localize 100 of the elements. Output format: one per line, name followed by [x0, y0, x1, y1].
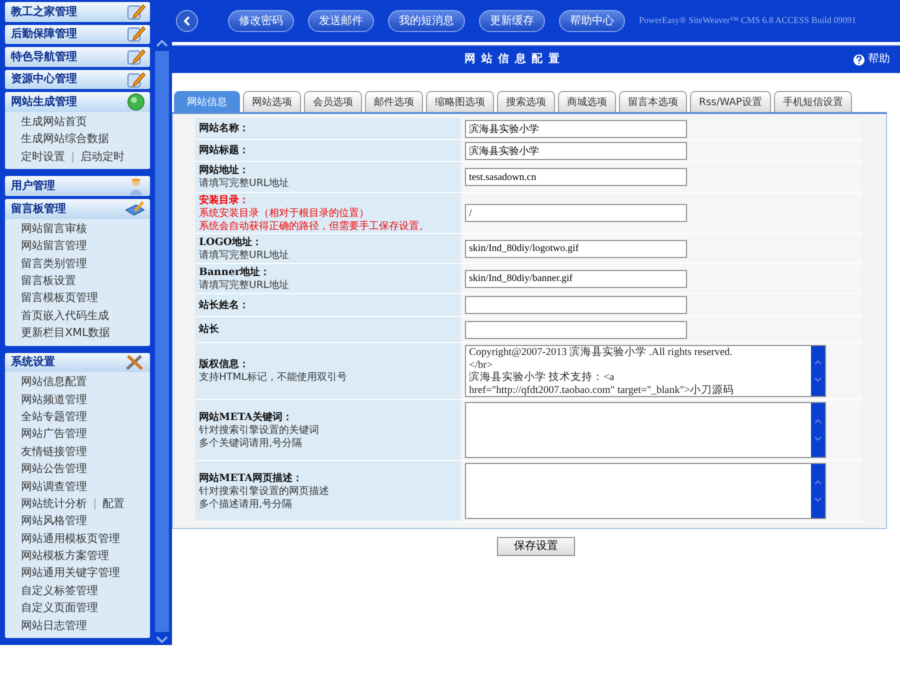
scroll-down-icon[interactable]: [156, 636, 168, 643]
sidebar-link[interactable]: 网站留言审核: [21, 220, 87, 238]
sidebar-link[interactable]: 网站通用模板页管理: [21, 530, 120, 548]
field-label: 版权信息：: [199, 358, 250, 371]
scroll-up-icon[interactable]: [814, 360, 822, 365]
sidebar-section-header[interactable]: 系统设置: [5, 352, 150, 372]
input-field[interactable]: 滨海县实验小学: [465, 142, 687, 160]
save-button[interactable]: 保存设置: [497, 537, 575, 556]
sidebar-link[interactable]: 友情链接管理: [21, 442, 87, 460]
scrollbar-thumb[interactable]: [155, 51, 169, 632]
tab[interactable]: 搜索选项: [497, 91, 555, 112]
tab[interactable]: 留言本选项: [619, 91, 687, 112]
notepad-pencil-icon: [126, 70, 146, 89]
textarea-scrollbar[interactable]: [811, 346, 825, 396]
toolbar-button[interactable]: 修改密码: [228, 10, 294, 32]
sidebar-section-header[interactable]: 用户管理: [5, 176, 150, 196]
help-icon: [853, 54, 865, 66]
notepad-pencil-icon: [126, 2, 146, 21]
sidebar-link[interactable]: 启动定时: [80, 148, 125, 166]
tab[interactable]: 手机短信设置: [774, 91, 852, 112]
field-hint: 系统安装目录（相对于根目录的位置）: [199, 206, 370, 220]
field-label: 网站地址：: [199, 164, 250, 177]
tab[interactable]: 邮件选项: [365, 91, 423, 112]
scroll-up-icon[interactable]: [814, 419, 822, 424]
tab[interactable]: 网站选项: [243, 91, 301, 112]
sidebar-link[interactable]: 生成网站综合数据: [21, 130, 109, 148]
sidebar-link[interactable]: 首页嵌入代码生成: [21, 306, 109, 324]
notepad-pencil-icon: [126, 25, 146, 44]
sidebar-link[interactable]: 留言类别管理: [21, 254, 87, 272]
separator: |: [71, 148, 75, 165]
field-label: 站长姓名：: [199, 298, 250, 312]
sidebar-link[interactable]: 留言模板页管理: [21, 289, 98, 307]
textarea-scrollbar[interactable]: [811, 403, 825, 457]
sidebar-link[interactable]: 网站风格管理: [21, 512, 87, 530]
tools-icon: [124, 353, 146, 372]
text-area[interactable]: [465, 402, 826, 458]
sidebar-link[interactable]: 网站留言管理: [21, 237, 87, 255]
field-label: 网站标题：: [199, 144, 250, 157]
input-field[interactable]: test.sasadown.cn: [465, 168, 687, 186]
tab[interactable]: Rss/WAP设置: [690, 91, 771, 112]
sidebar-section-header[interactable]: 资源中心管理: [5, 70, 150, 90]
sidebar-link[interactable]: 网站通用关键字管理: [21, 564, 120, 582]
field-label: 网站META关键词：: [199, 410, 294, 424]
field-label: 站长: [199, 323, 220, 336]
scroll-up-icon[interactable]: [814, 480, 822, 485]
sidebar-link[interactable]: 更新栏目XML数据: [21, 324, 110, 342]
help-link[interactable]: 帮助: [853, 51, 890, 68]
sidebar-link[interactable]: 网站调查管理: [21, 478, 87, 495]
field-label: 安装目录：: [199, 194, 250, 206]
toolbar-button[interactable]: 发送邮件: [308, 10, 374, 32]
scroll-down-icon[interactable]: [814, 497, 822, 502]
tab[interactable]: 商城选项: [558, 91, 616, 112]
sidebar-link[interactable]: 配置: [102, 494, 125, 512]
sidebar-link[interactable]: 网站公告管理: [21, 460, 87, 478]
sidebar-link[interactable]: 网站信息配置: [21, 373, 87, 391]
field-label: LOGO地址：: [199, 236, 263, 248]
field-hint: 请填写完整URL地址: [199, 278, 290, 292]
text-area[interactable]: Copyright@2007-2013 滨海县实验小学 .All rights reserved. </br> 滨海县实验小学 技术支持：<a href="http://qfdt2007.taobao.com" target="_blank">小刀源码: [465, 345, 826, 397]
sidebar-link[interactable]: 网站模板方案管理: [21, 547, 109, 564]
input-field[interactable]: skin/Ind_80diy/logotwo.gif: [465, 240, 687, 258]
scroll-up-icon[interactable]: [156, 40, 168, 47]
sidebar-section-header[interactable]: 后勤保障管理: [5, 24, 150, 44]
input-field[interactable]: 滨海县实验小学: [465, 120, 687, 138]
tab[interactable]: 缩略图选项: [426, 91, 494, 112]
sidebar-link[interactable]: 留言板设置: [21, 272, 76, 290]
field-hint: 请填写完整URL地址: [199, 177, 290, 190]
text-area[interactable]: [465, 463, 826, 519]
back-button[interactable]: [176, 10, 198, 32]
input-field[interactable]: [465, 296, 687, 314]
separator: |: [93, 496, 97, 512]
tab[interactable]: 会员选项: [304, 91, 362, 112]
sidebar-link[interactable]: 定时设置: [21, 148, 65, 166]
sidebar-section-header[interactable]: 特色导航管理: [5, 47, 150, 67]
chevron-left-icon: [183, 16, 191, 26]
input-field[interactable]: /: [465, 204, 687, 222]
sidebar-section-header[interactable]: 教工之家管理: [5, 2, 150, 22]
sidebar-link[interactable]: 网站频道管理: [21, 390, 87, 408]
scroll-down-icon[interactable]: [814, 377, 822, 382]
person-icon: [126, 176, 146, 196]
sidebar-link[interactable]: 自定义页面管理: [21, 599, 98, 617]
text-area-content: Copyright@2007-2013 滨海县实验小学 .All rights reserved. </br> 滨海县实验小学 技术支持：<a href="http://qfdt2007.taobao.com" target="_blank">小刀源码: [468, 346, 736, 396]
panel-title: 网 站 信 息 配 置: [463, 51, 562, 68]
sidebar-link[interactable]: 网站日志管理: [21, 616, 87, 634]
sidebar-link[interactable]: 全站专题管理: [21, 408, 87, 426]
field-hint: 多个描述请用,号分隔: [199, 498, 294, 510]
sidebar-link[interactable]: 网站统计分析: [21, 494, 87, 512]
field-hint: 支持HTML标记，不能使用双引号: [199, 371, 348, 384]
scroll-down-icon[interactable]: [814, 436, 822, 441]
sidebar-section-header[interactable]: 留言板管理: [5, 199, 150, 219]
toolbar-button[interactable]: 我的短消息: [388, 10, 465, 32]
toolbar-button[interactable]: 更新缓存: [479, 10, 545, 32]
input-field[interactable]: [465, 320, 687, 338]
sidebar-link[interactable]: 网站广告管理: [21, 425, 87, 443]
input-field[interactable]: skin/Ind_80diy/banner.gif: [465, 270, 687, 288]
textarea-scrollbar[interactable]: [811, 464, 825, 518]
toolbar-button[interactable]: 帮助中心: [559, 10, 625, 32]
sidebar-link[interactable]: 生成网站首页: [21, 113, 87, 130]
board-pencil-icon: [124, 200, 146, 218]
sidebar-section-header[interactable]: 网站生成管理: [5, 92, 150, 112]
sidebar-link[interactable]: 自定义标签管理: [21, 582, 98, 600]
